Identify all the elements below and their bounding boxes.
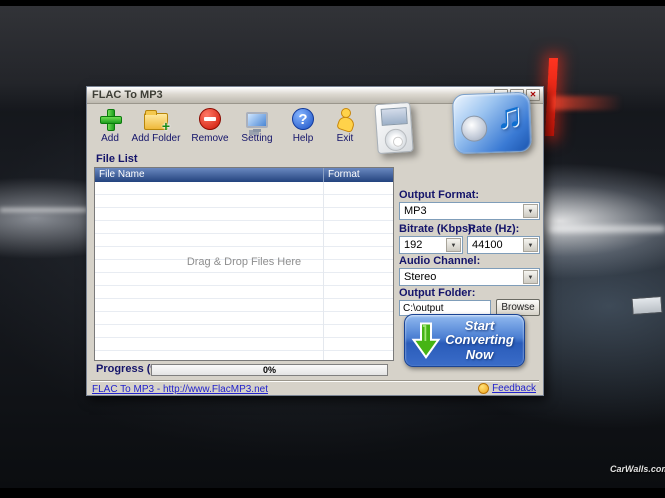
exit-button-label: Exit [337, 133, 354, 144]
bitrate-select[interactable]: 192 [399, 236, 463, 254]
settings-monitor-icon [246, 112, 268, 128]
wallpaper-watermark: CarWalls.com [610, 464, 665, 474]
progress-percent-text: 0% [152, 365, 387, 375]
car-license-plate [631, 296, 662, 315]
progress-bar: 0% [151, 364, 388, 376]
rate-label: Rate (Hz): [468, 223, 519, 235]
column-header-file-name[interactable]: File Name [95, 168, 324, 182]
app-logo: ♫ [452, 92, 532, 155]
feedback-link[interactable]: Feedback [478, 383, 536, 394]
audio-channel-value: Stereo [400, 269, 539, 286]
file-list-table: File Name Format Drag & Drop Files Here [94, 167, 394, 361]
feedback-label: Feedback [492, 383, 536, 394]
start-converting-text: Start Converting Now [441, 319, 518, 362]
add-folder-icon [144, 113, 168, 130]
output-format-value: MP3 [400, 203, 539, 220]
chevron-down-icon[interactable] [523, 204, 538, 218]
output-format-label: Output Format: [399, 189, 479, 201]
file-list-header: File Name Format [95, 168, 393, 182]
exit-icon [334, 108, 356, 130]
help-button[interactable]: Help [283, 107, 323, 149]
rate-select[interactable]: 44100 [467, 236, 540, 254]
background-red-smear [552, 96, 622, 110]
setting-button-label: Setting [241, 133, 272, 144]
exit-button[interactable]: Exit [325, 107, 365, 149]
add-folder-button[interactable]: Add Folder [128, 107, 184, 149]
help-button-label: Help [293, 133, 314, 144]
drag-drop-hint: Drag & Drop Files Here [95, 256, 393, 268]
setting-button[interactable]: Setting [234, 107, 280, 149]
green-down-arrow-icon [411, 322, 441, 360]
column-header-format[interactable]: Format [324, 168, 393, 182]
help-icon [292, 108, 314, 130]
background-light-streak-right [548, 226, 665, 232]
window-title: FLAC To MP3 [90, 89, 494, 101]
add-folder-button-label: Add Folder [132, 133, 181, 144]
background-light-streak-left [0, 208, 88, 212]
output-folder-label: Output Folder: [399, 287, 475, 299]
add-plus-icon [99, 108, 121, 130]
output-format-select[interactable]: MP3 [399, 202, 540, 220]
flac-to-mp3-window: FLAC To MP3 – □ ✕ Add Add Folder Remove … [86, 86, 544, 396]
add-button[interactable]: Add [90, 107, 130, 149]
remove-button-label: Remove [191, 133, 228, 144]
audio-channel-select[interactable]: Stereo [399, 268, 540, 286]
chevron-down-icon[interactable] [523, 270, 538, 284]
add-button-label: Add [101, 133, 119, 144]
file-list-drop-zone[interactable]: Drag & Drop Files Here [95, 182, 393, 360]
ipod-image [374, 102, 413, 154]
start-converting-button[interactable]: Start Converting Now [404, 314, 525, 367]
footer-divider [91, 380, 539, 382]
remove-icon [199, 108, 221, 130]
audio-channel-label: Audio Channel: [399, 255, 480, 267]
chevron-down-icon[interactable] [446, 238, 461, 252]
ipod-click-wheel [384, 128, 407, 151]
chevron-down-icon[interactable] [523, 238, 538, 252]
website-link[interactable]: FLAC To MP3 - http://www.FlacMP3.net [92, 384, 268, 395]
remove-button[interactable]: Remove [186, 107, 234, 149]
music-note-icon: ♫ [495, 94, 523, 137]
file-list-label: File List [96, 153, 138, 165]
ipod-screen [381, 107, 408, 126]
feedback-icon [478, 383, 489, 394]
bitrate-label: Bitrate (Kbps): [399, 223, 475, 235]
